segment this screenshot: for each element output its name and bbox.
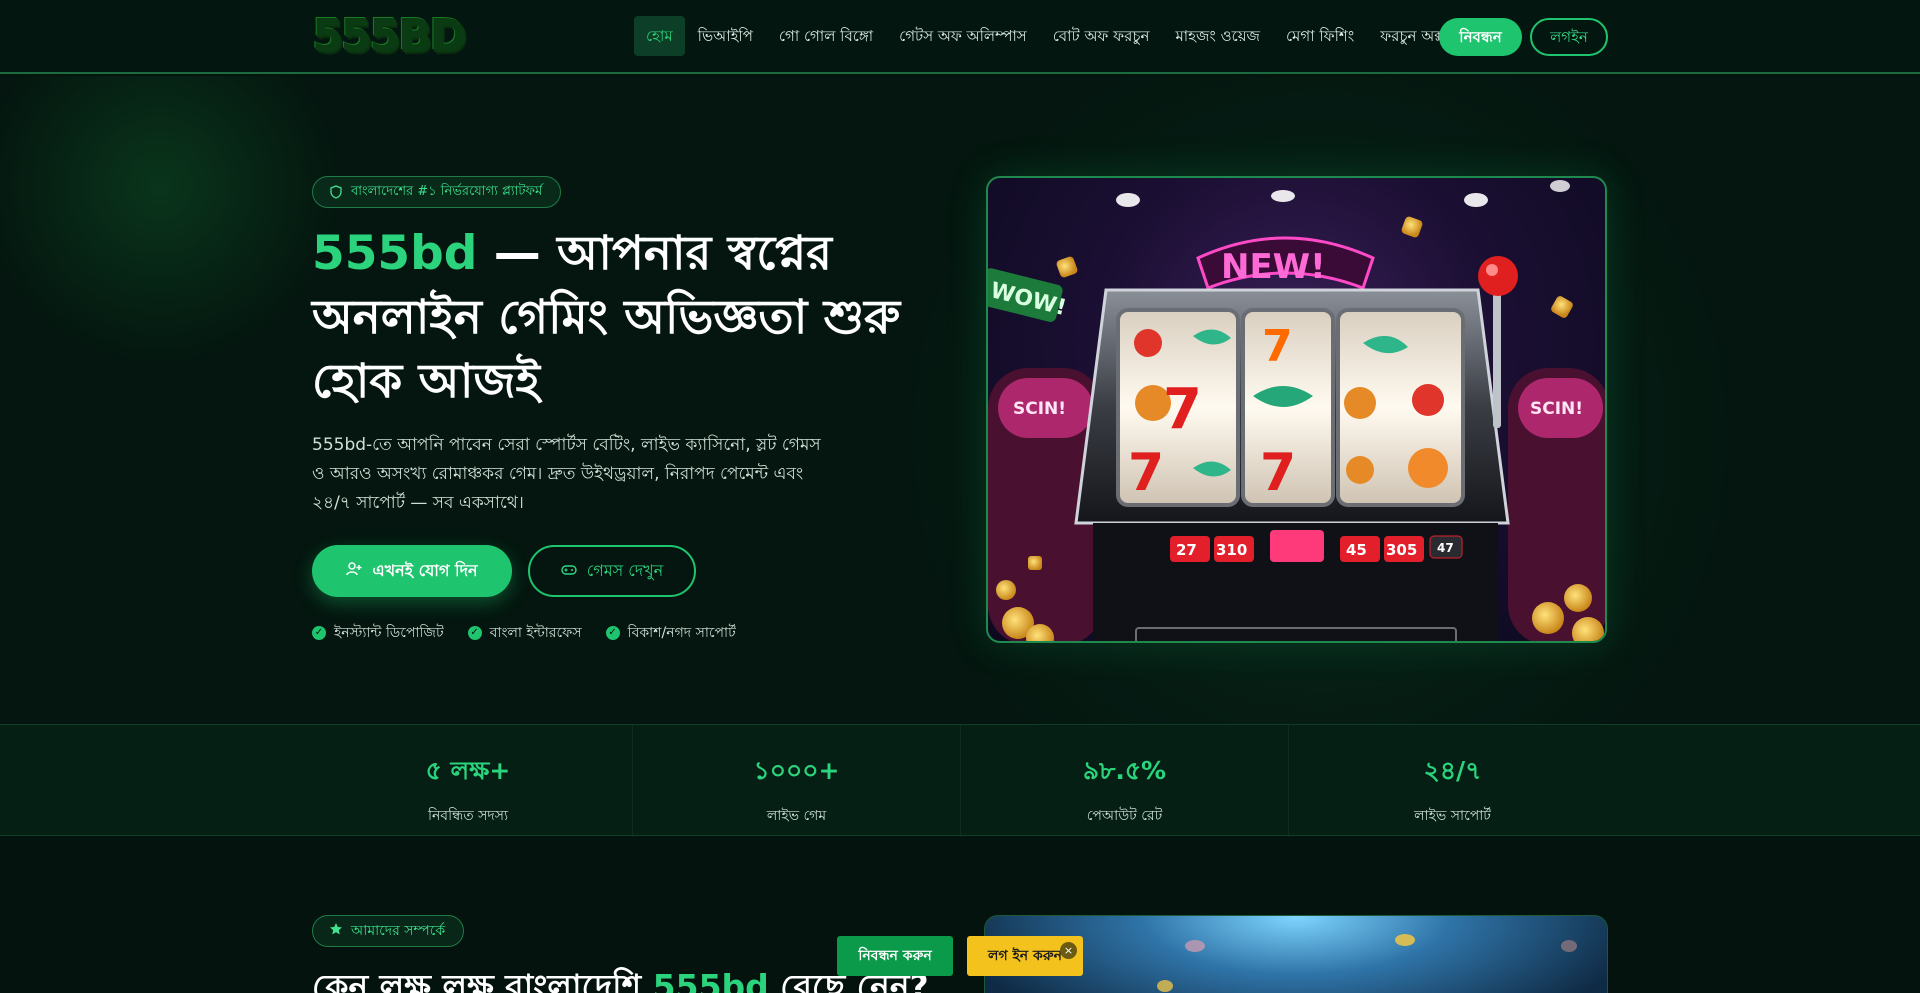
feature-label: ইনস্ট্যান্ট ডিপোজিট	[334, 625, 444, 641]
main-nav: হোম ভিআইপি গো গোল বিঙ্গো গেটস অফ অলিম্পা…	[634, 16, 1458, 56]
reel-number: 45	[1346, 541, 1367, 559]
nav-item-mahjong-ways[interactable]: মাহজং ওয়েজ	[1162, 16, 1273, 56]
slot-machine-image: SCIN! SCIN! WOW! NEW! 7 7 7 7 27 310 45 …	[986, 176, 1607, 643]
about-title-start: কেন লক্ষ লক্ষ বাংলাদেশি	[312, 967, 653, 993]
nav-item-home[interactable]: হোম	[634, 16, 685, 56]
seven-symbol: 7	[1128, 443, 1164, 503]
site-header: 555BD হোম ভিআইপি গো গোল বিঙ্গো গেটস অফ অ…	[0, 0, 1920, 74]
hero-description: 555bd-তে আপনি পাবেন সেরা স্পোর্টস বেটিং,…	[312, 435, 821, 513]
login-button[interactable]: লগইন	[1530, 18, 1608, 56]
new-sign: NEW!	[1221, 247, 1326, 287]
about-badge: আমাদের সম্পর্কে	[312, 915, 465, 947]
stats-bar: ৫ লক্ষ+ নিবন্ধিত সদস্য ১০০০+ লাইভ গেম ৯৮…	[0, 724, 1920, 837]
feature-label: বাংলা ইন্টারফেস	[489, 625, 582, 641]
trust-badge-label: বাংলাদেশের #১ নির্ভরযোগ্য প্ল্যাটফর্ম	[351, 183, 543, 199]
shield-icon	[329, 185, 343, 199]
feature-item: ✓ বাংলা ইন্টারফেস	[467, 621, 582, 645]
reel-number: 305	[1386, 541, 1417, 559]
join-now-button[interactable]: এখনই যোগ দিন	[312, 545, 512, 597]
nav-item-vip[interactable]: ভিআইপি	[685, 16, 766, 56]
seven-symbol: 7	[1262, 321, 1293, 372]
join-now-label: এখনই যোগ দিন	[372, 560, 478, 580]
stat-value: ১০০০+	[753, 756, 840, 785]
about-badge-label: আমাদের সম্পর্কে	[351, 923, 446, 939]
feature-label: বিকাশ/নগদ সাপোর্ট	[627, 625, 736, 641]
seven-symbol: 7	[1163, 377, 1202, 442]
stat-live-games: ১০০০+ লাইভ গেম	[632, 725, 960, 837]
site-logo[interactable]: 555BD	[312, 13, 466, 59]
hero-title-brand: 555bd	[312, 226, 478, 281]
feature-list: ✓ ইনস্ট্যান্ট ডিপোজিট ✓ বাংলা ইন্টারফেস ✓ ব…	[312, 621, 736, 645]
check-icon: ✓	[605, 626, 620, 640]
close-icon[interactable]: ×	[1060, 942, 1077, 959]
check-icon: ✓	[467, 626, 482, 640]
stat-members: ৫ লক্ষ+ নিবন্ধিত সদস্য	[304, 725, 632, 837]
nav-item-boat-of-fortune[interactable]: বোট অফ ফরচুন	[1040, 16, 1163, 56]
nav-item-mega-fishing[interactable]: মেগা ফিশিং	[1273, 16, 1367, 56]
view-games-button[interactable]: গেমস দেখুন	[528, 545, 696, 597]
hero-section	[0, 76, 1920, 724]
reel-number: 27	[1176, 541, 1197, 559]
check-icon: ✓	[312, 626, 326, 640]
about-title-brand: 555bd	[652, 967, 769, 993]
hero-title: 555bd — আপনার স্বপ্নের অনলাইন গেমিং অভিজ…	[312, 222, 932, 414]
stat-value: ২৪/৭	[1423, 756, 1482, 785]
stat-live-support: ২৪/৭ লাইভ সাপোর্ট	[1288, 725, 1616, 837]
trust-badge: বাংলাদেশের #১ নির্ভরযোগ্য প্ল্যাটফর্ম	[312, 176, 562, 208]
reel-number: 47	[1437, 541, 1454, 555]
scin-sign-right: SCIN!	[1530, 399, 1583, 419]
scin-sign-left: SCIN!	[1013, 399, 1066, 419]
star-icon	[329, 922, 343, 940]
seven-symbol: 7	[1260, 443, 1296, 503]
feature-item: ✓ বিকাশ/নগদ সাপোর্ট	[605, 621, 736, 645]
feature-item: ✓ ইনস্ট্যান্ট ডিপোজিট	[312, 621, 444, 645]
view-games-label: গেমস দেখুন	[586, 560, 664, 580]
register-button[interactable]: নিবন্ধন	[1439, 18, 1522, 56]
add-user-icon	[346, 561, 362, 581]
reel-number: 310	[1216, 541, 1247, 559]
stat-label: পেআউট রেট	[1086, 808, 1163, 824]
about-section: আমাদের সম্পর্কে কেন লক্ষ লক্ষ বাংলাদেশি …	[0, 837, 1920, 993]
stat-value: ৫ লক্ষ+	[425, 756, 511, 785]
stat-label: লাইভ সাপোর্ট	[1414, 808, 1491, 824]
stat-label: লাইভ গেম	[766, 808, 827, 824]
stat-value: ৯৮.৫%	[1082, 756, 1167, 785]
nav-item-go-goal-bingo[interactable]: গো গোল বিঙ্গো	[766, 16, 886, 56]
stat-payout-rate: ৯৮.৫% পেআউট রেট	[960, 725, 1288, 837]
nav-item-gates-of-olympus[interactable]: গেটস অফ অলিম্পাস	[886, 16, 1040, 56]
stat-label: নিবন্ধিত সদস্য	[427, 808, 509, 824]
gamepad-icon	[561, 562, 577, 581]
floating-register-button[interactable]: নিবন্ধন করুন	[837, 936, 953, 976]
